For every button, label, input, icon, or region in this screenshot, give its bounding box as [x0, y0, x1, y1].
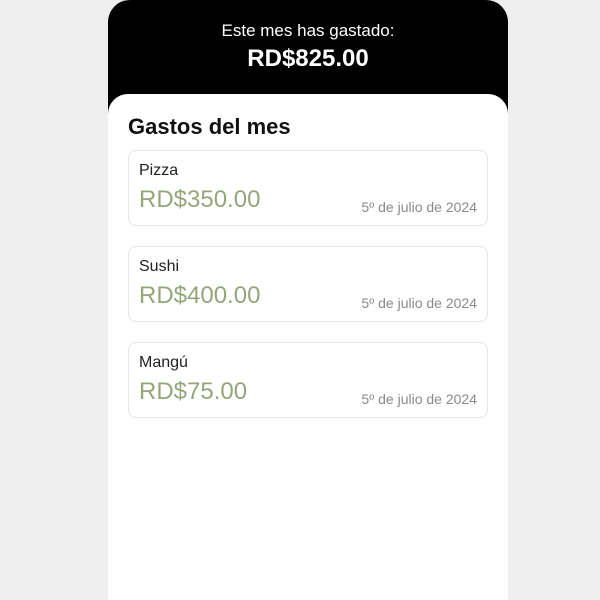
expense-card[interactable]: Mangú RD$75.00 5º de julio de 2024 [128, 342, 488, 418]
expense-card[interactable]: Sushi RD$400.00 5º de julio de 2024 [128, 246, 488, 322]
expense-amount: RD$400.00 [139, 282, 261, 309]
summary-caption: Este mes has gastado: [221, 21, 395, 40]
expense-amount: RD$75.00 [139, 378, 248, 405]
expense-date: 5º de julio de 2024 [361, 295, 477, 311]
app-screen: Este mes has gastado: RD$825.00 Gastos d… [108, 0, 508, 600]
expense-name: Pizza [139, 162, 179, 179]
expense-amount: RD$350.00 [139, 186, 261, 213]
expense-date: 5º de julio de 2024 [361, 391, 477, 407]
monthly-total: RD$825.00 [247, 45, 369, 72]
expense-date: 5º de julio de 2024 [361, 199, 477, 215]
expense-name: Mangú [139, 354, 188, 371]
expenses-panel: Gastos del mes Pizza RD$350.00 5º de jul… [108, 94, 508, 600]
expenses-title: Gastos del mes [128, 114, 291, 139]
expense-name: Sushi [139, 258, 180, 275]
expense-card[interactable]: Pizza RD$350.00 5º de julio de 2024 [128, 150, 488, 226]
